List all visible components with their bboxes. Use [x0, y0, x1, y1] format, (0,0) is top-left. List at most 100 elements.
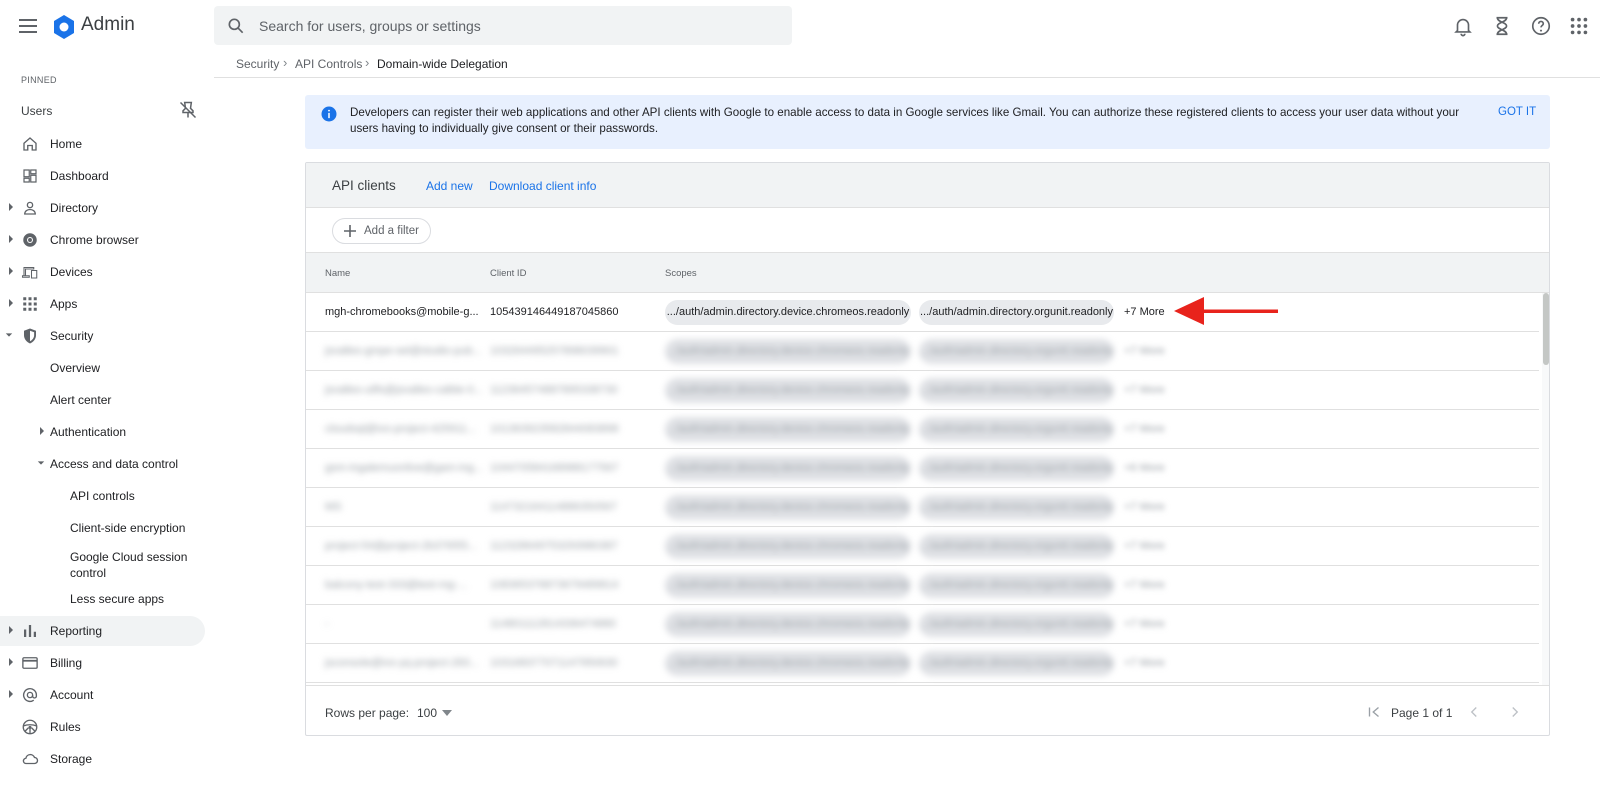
- more-scopes-link[interactable]: +7 More: [1124, 384, 1165, 396]
- table-row[interactable]: project-54@project-2b3765f3... 112328649…: [306, 527, 1539, 566]
- client-id: 112364574887895338730: [490, 384, 618, 396]
- next-page-icon[interactable]: [1506, 703, 1524, 721]
- more-scopes-link[interactable]: +7 More: [1124, 423, 1165, 435]
- unpin-icon[interactable]: [178, 100, 198, 120]
- scope-chip[interactable]: .../auth/admin.directory.device.chromeos…: [665, 378, 911, 403]
- scope-chip[interactable]: .../auth/admin.directory.orgunit.readonl…: [919, 534, 1114, 559]
- table-scrollbar-thumb[interactable]: [1543, 293, 1549, 365]
- sidebar-item-devices[interactable]: Devices: [0, 257, 205, 287]
- previous-page-icon[interactable]: [1465, 703, 1483, 721]
- expand-arrow-icon[interactable]: [7, 202, 15, 212]
- sidebar-item-storage[interactable]: Storage: [0, 744, 205, 774]
- scope-chip[interactable]: .../auth/admin.directory.orgunit.readonl…: [919, 612, 1114, 637]
- scope-chip[interactable]: .../auth/admin.directory.device.chromeos…: [665, 495, 911, 520]
- scope-chip[interactable]: .../auth/admin.directory.orgunit.readonl…: [919, 573, 1114, 598]
- scope-chip[interactable]: .../auth/admin.directory.orgunit.readonl…: [919, 495, 1114, 520]
- scope-chip[interactable]: .../auth/admin.directory.orgunit.readonl…: [919, 651, 1114, 676]
- more-scopes-link[interactable]: +7 More: [1124, 345, 1165, 357]
- more-scopes-link[interactable]: +7 More: [1124, 657, 1165, 669]
- rows-per-page-select[interactable]: 100: [417, 706, 437, 720]
- scope-chip[interactable]: .../auth/admin.directory.orgunit.readonl…: [919, 417, 1114, 442]
- table-row[interactable]: balcony-test-333@test-mg-... 10836537687…: [306, 566, 1539, 605]
- scope-chip[interactable]: .../auth/admin.directory.orgunit.readonl…: [919, 378, 1114, 403]
- sidebar-item-less-secure-apps[interactable]: Less secure apps: [0, 584, 205, 614]
- column-scopes[interactable]: Scopes: [665, 268, 697, 279]
- table-row[interactable]: jsvalles-gmpe-sel@studio-pub... 10326449…: [306, 332, 1539, 371]
- hourglass-tasks-icon[interactable]: [1491, 15, 1513, 37]
- sidebar-item-directory[interactable]: Directory: [0, 193, 205, 223]
- sidebar-item-billing[interactable]: Billing: [0, 648, 205, 678]
- plus-icon: [344, 225, 356, 237]
- scope-chip[interactable]: .../auth/admin.directory.device.chromeos…: [665, 300, 911, 325]
- scope-chip[interactable]: .../auth/admin.directory.device.chromeos…: [665, 612, 911, 637]
- card-header: API clients Add new Download client info: [306, 163, 1549, 208]
- sidebar-item-overview[interactable]: Overview: [0, 353, 205, 383]
- more-scopes-link[interactable]: +7 More: [1124, 501, 1165, 513]
- sidebar-item-security[interactable]: Security: [0, 321, 205, 351]
- got-it-button[interactable]: GOT IT: [1498, 106, 1536, 118]
- table-row[interactable]: mgh-chromebooks@mobile-g... 105439146449…: [306, 293, 1539, 332]
- breadcrumb-security[interactable]: Security: [236, 57, 279, 71]
- notifications-bell-icon[interactable]: [1452, 15, 1474, 37]
- expand-arrow-icon[interactable]: [38, 426, 46, 436]
- pinned-users[interactable]: Users: [21, 104, 52, 118]
- sidebar-item-account[interactable]: Account: [0, 680, 205, 710]
- sidebar-item-apps[interactable]: Apps: [0, 289, 205, 319]
- sidebar-item-rules[interactable]: Rules: [0, 712, 205, 742]
- sidebar-item-reporting[interactable]: Reporting: [0, 616, 205, 646]
- table-row[interactable]: jsvalles-uilfs@jsvalles-calble-0... 1123…: [306, 371, 1539, 410]
- expand-arrow-icon[interactable]: [7, 298, 15, 308]
- sidebar-item-client-side-encryption[interactable]: Client-side encryption: [0, 513, 205, 543]
- sidebar-item-home[interactable]: Home: [0, 129, 205, 159]
- collapse-arrow-icon[interactable]: [37, 458, 45, 468]
- column-client-id[interactable]: Client ID: [490, 268, 526, 279]
- add-filter-button[interactable]: Add a filter: [332, 218, 431, 244]
- scope-chip[interactable]: .../auth/admin.directory.device.chromeos…: [665, 456, 911, 481]
- more-scopes-link[interactable]: +6 More: [1124, 462, 1165, 474]
- first-page-icon[interactable]: [1365, 703, 1383, 721]
- search-input[interactable]: [259, 6, 779, 45]
- search-bar[interactable]: [214, 6, 792, 45]
- sidebar-item-alert-center[interactable]: Alert center: [0, 385, 205, 415]
- sidebar-item-dashboard[interactable]: Dashboard: [0, 161, 205, 191]
- scope-chip[interactable]: .../auth/admin.directory.orgunit.readonl…: [919, 339, 1114, 364]
- scope-chip[interactable]: .../auth/admin.directory.device.chromeos…: [665, 573, 911, 598]
- help-icon[interactable]: [1530, 15, 1552, 37]
- admin-logo-icon[interactable]: [52, 14, 76, 40]
- expand-arrow-icon[interactable]: [7, 657, 15, 667]
- table-row[interactable]: - 114801112814336474880 .../auth/admin.d…: [306, 605, 1539, 644]
- expand-arrow-icon[interactable]: [7, 234, 15, 244]
- collapse-arrow-icon[interactable]: [5, 330, 13, 340]
- add-new-link[interactable]: Add new: [426, 179, 473, 193]
- more-scopes-link[interactable]: +7 More: [1124, 540, 1165, 552]
- api-clients-card: API clients Add new Download client info…: [305, 162, 1550, 736]
- scope-chip[interactable]: .../auth/admin.directory.device.chromeos…: [665, 339, 911, 364]
- download-client-info-link[interactable]: Download client info: [489, 179, 596, 193]
- expand-arrow-icon[interactable]: [7, 689, 15, 699]
- scope-chip[interactable]: .../auth/admin.directory.device.chromeos…: [665, 534, 911, 559]
- scope-chip[interactable]: .../auth/admin.directory.device.chromeos…: [665, 417, 911, 442]
- expand-arrow-icon[interactable]: [7, 625, 15, 635]
- scope-chip[interactable]: .../auth/admin.directory.device.chromeos…: [665, 651, 911, 676]
- app-title[interactable]: Admin: [81, 14, 135, 36]
- sidebar-item-access-and-data-control[interactable]: Access and data control: [0, 449, 205, 479]
- expand-arrow-icon[interactable]: [7, 266, 15, 276]
- apps-launcher-icon[interactable]: [1568, 15, 1590, 37]
- table-row[interactable]: MS 114732164114886350567 .../auth/admin.…: [306, 488, 1539, 527]
- scope-chip[interactable]: .../auth/admin.directory.orgunit.readonl…: [919, 456, 1114, 481]
- more-scopes-link[interactable]: +7 More: [1124, 306, 1165, 318]
- more-scopes-link[interactable]: +7 More: [1124, 618, 1165, 630]
- sidebar-item-authentication[interactable]: Authentication: [0, 417, 205, 447]
- breadcrumb-api-controls[interactable]: API Controls: [295, 57, 362, 71]
- scope-chip[interactable]: .../auth/admin.directory.orgunit.readonl…: [919, 300, 1114, 325]
- sidebar-item-chrome-browser[interactable]: Chrome browser: [0, 225, 205, 255]
- hamburger-menu-icon[interactable]: [16, 14, 40, 38]
- dropdown-caret-icon[interactable]: [442, 710, 452, 716]
- table-row[interactable]: gsm-ingalemuonlive@gam-ing... 1044705841…: [306, 449, 1539, 488]
- column-name[interactable]: Name: [325, 268, 350, 279]
- more-scopes-link[interactable]: +7 More: [1124, 579, 1165, 591]
- table-row[interactable]: jsconsole@ivs-yq-project-283... 10316837…: [306, 644, 1539, 683]
- sidebar-item-api-controls[interactable]: API controls: [0, 481, 205, 511]
- table-row[interactable]: cloudsql@ivo-project-425911... 101363923…: [306, 410, 1539, 449]
- sidebar-item-google-cloud-session-control[interactable]: Google Cloud session control: [0, 541, 205, 580]
